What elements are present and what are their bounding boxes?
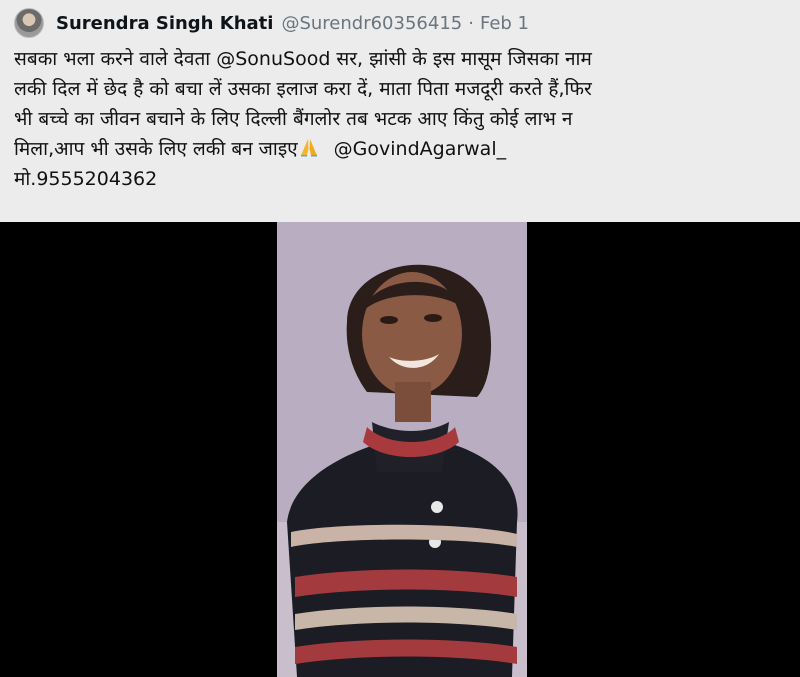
media-container[interactable] — [0, 222, 800, 677]
tweet-text: सबका भला करने वाले देवता @SonuSood सर, झ… — [14, 44, 674, 194]
tweet-text-line: मिला,आप भी उसके लिए लकी बन जाइए @GovindAg… — [14, 134, 674, 164]
tweet-text-line: मो.9555204362 — [14, 168, 158, 190]
folded-hands-icon — [298, 136, 320, 157]
tweet-date[interactable]: Feb 1 — [480, 13, 529, 34]
tweet-text-segment: मिला,आप भी उसके लिए लकी बन जाइए — [14, 138, 298, 160]
author-avatar[interactable] — [14, 8, 44, 38]
separator-dot: · — [468, 12, 474, 34]
tweet-header: Surendra Singh Khati @Surendr60356415 · … — [14, 8, 529, 38]
tweet-text-line: भी बच्चे का जीवन बचाने के लिए दिल्ली बैं… — [14, 108, 573, 130]
tweet-text-line: सबका भला करने वाले देवता @SonuSood सर, झ… — [14, 48, 592, 70]
tweet-text-line: लकी दिल में छेद है को बचा लें उसका इलाज … — [14, 78, 592, 100]
author-name[interactable]: Surendra Singh Khati — [56, 13, 273, 34]
tweet-card[interactable]: Surendra Singh Khati @Surendr60356415 · … — [0, 0, 800, 677]
author-handle[interactable]: @Surendr60356415 — [281, 13, 462, 34]
mention-link[interactable]: @GovindAgarwal_ — [334, 138, 506, 160]
video-frame — [277, 222, 527, 677]
video-player[interactable] — [277, 222, 527, 677]
